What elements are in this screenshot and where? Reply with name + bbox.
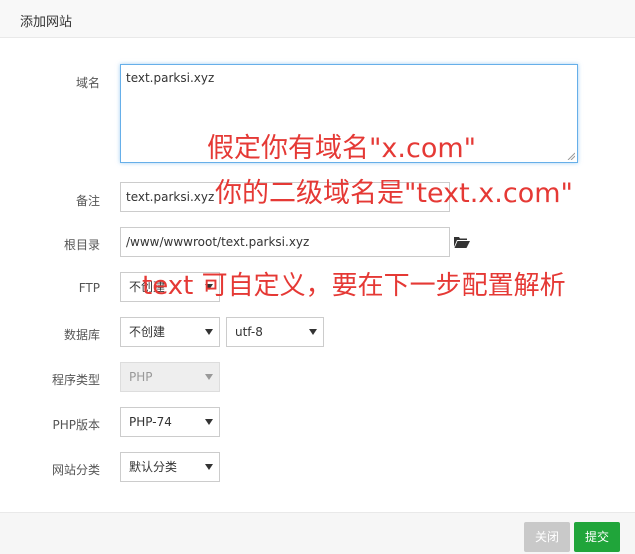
database-value: 不创建 [129, 325, 166, 339]
submit-button[interactable]: 提交 [574, 522, 620, 552]
php-version-label: PHP版本 [52, 418, 101, 432]
category-value: 默认分类 [129, 460, 178, 474]
program-type-label: 程序类型 [51, 373, 100, 387]
category-label: 网站分类 [51, 463, 100, 477]
php-version-value: PHP-74 [129, 415, 172, 429]
domain-value: text.parksi.xyz [126, 71, 215, 85]
program-type-value: PHP [129, 370, 153, 384]
root-input[interactable]: /www/wwwroot/text.parksi.xyz [120, 227, 450, 257]
database-label: 数据库 [63, 328, 100, 342]
dialog-title: 添加网站 [20, 15, 73, 30]
database-select[interactable]: 不创建 [120, 317, 220, 347]
annotation-line-2: 你的二级域名是"text.x.com" [215, 178, 573, 209]
charset-value: utf-8 [235, 325, 263, 339]
annotation-line-3: text 可自定义，要在下一步配置解析 [142, 271, 566, 301]
chevron-down-icon [309, 329, 317, 335]
program-type-select: PHP [120, 362, 220, 392]
charset-select[interactable]: utf-8 [226, 317, 324, 347]
resize-grip-icon[interactable] [567, 152, 575, 160]
chevron-down-icon [205, 419, 213, 425]
chevron-down-icon [205, 464, 213, 470]
folder-open-icon[interactable] [454, 236, 470, 248]
root-value: /www/wwwroot/text.parksi.xyz [126, 235, 310, 249]
remark-label: 备注 [75, 194, 100, 208]
remark-value: text.parksi.xyz [126, 190, 215, 204]
chevron-down-icon [205, 329, 213, 335]
ftp-label: FTP [78, 281, 100, 295]
annotation-line-1: 假定你有域名"x.com" [207, 133, 477, 164]
category-select[interactable]: 默认分类 [120, 452, 220, 482]
chevron-down-icon [205, 374, 213, 380]
php-version-select[interactable]: PHP-74 [120, 407, 220, 437]
root-label: 根目录 [63, 238, 100, 252]
domain-label: 域名 [75, 76, 100, 90]
dialog-header: 添加网站 [0, 0, 635, 38]
close-button[interactable]: 关闭 [524, 522, 570, 552]
